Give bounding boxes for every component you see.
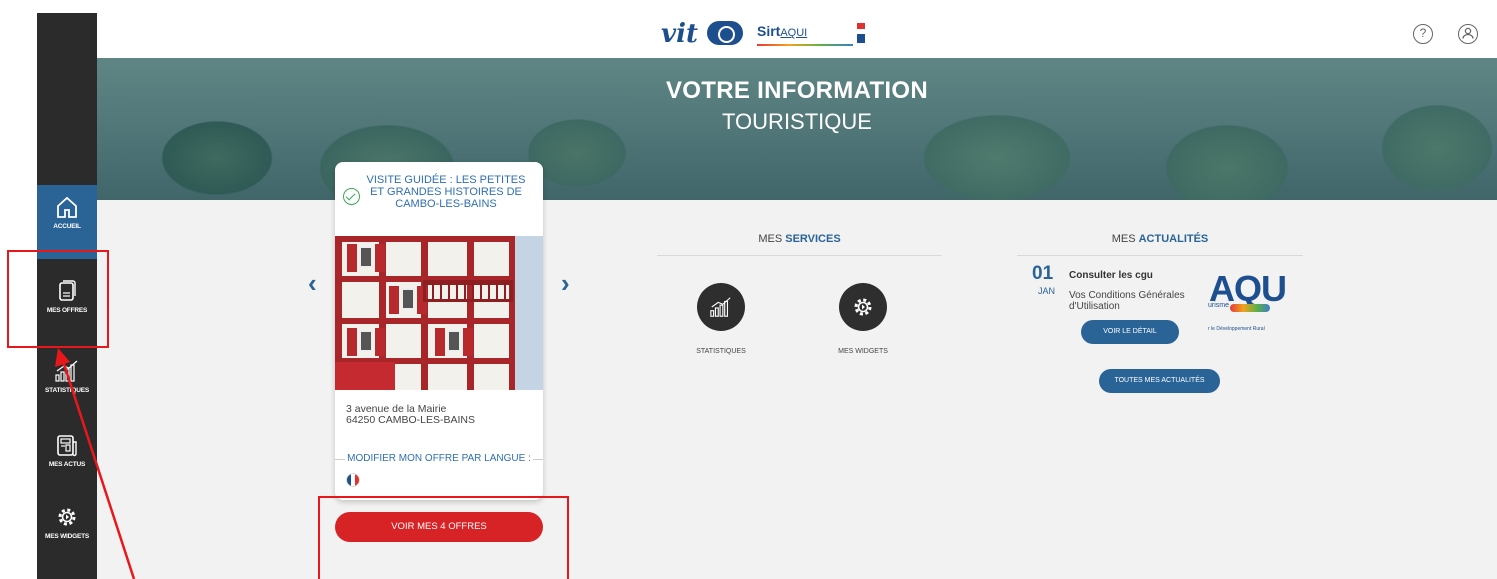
annotation-arrow bbox=[55, 348, 136, 579]
page: ACCUEIL MES OFFRES STATISTIQUES MES ACTU… bbox=[0, 0, 1497, 579]
